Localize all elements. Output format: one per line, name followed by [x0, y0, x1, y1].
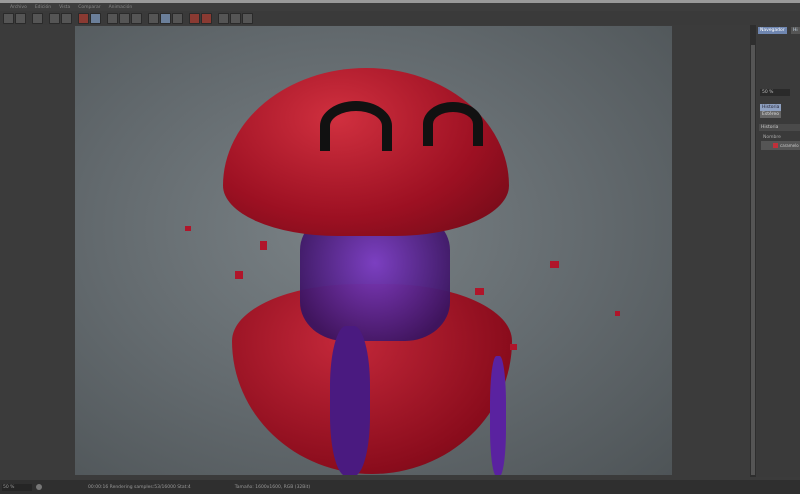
scroll-thumb[interactable]: [751, 45, 755, 475]
zoom-stepper-icon[interactable]: [36, 484, 42, 490]
render-info: 00:00:16 Rendering samples:53/16000 Stat…: [88, 484, 191, 490]
fragment: [185, 226, 191, 231]
goo-drip-right: [490, 356, 506, 475]
render-active-icon[interactable]: [90, 12, 101, 24]
fragment: [510, 344, 517, 350]
ab-compare-icon[interactable]: [107, 12, 118, 24]
image-thumb-icon: [773, 143, 778, 148]
tab-historia-short[interactable]: Hi: [791, 27, 800, 34]
fragment: [260, 241, 267, 250]
menu-vista[interactable]: Vista: [59, 5, 70, 10]
image-size-info: Tamaño: 1600x1600, RGB (32Bit): [234, 484, 311, 490]
fragment: [475, 288, 484, 295]
column-nombre: Nombre: [763, 135, 781, 140]
section-historia: Historia: [759, 124, 800, 131]
layout-c-icon[interactable]: [242, 12, 253, 24]
fragment: [550, 261, 559, 268]
render-region-icon[interactable]: [61, 12, 72, 24]
fragment: [615, 311, 620, 316]
menu-bar: Archivo Edición Vista Comparar Animación: [0, 3, 800, 11]
grid-view-icon[interactable]: [172, 12, 183, 24]
tab-navegador[interactable]: Navegador: [758, 27, 787, 34]
history-item-name: caramelo: [780, 143, 799, 148]
ab-compare-b-icon[interactable]: [119, 12, 130, 24]
layout-a-icon[interactable]: [218, 12, 229, 24]
split-view-icon[interactable]: [148, 12, 159, 24]
zoom-field[interactable]: 50 %: [760, 89, 790, 96]
snapshot-icon[interactable]: [189, 12, 200, 24]
status-bar: 50 % 00:00:16 Rendering samples:53/16000…: [0, 480, 800, 494]
rendered-image: [75, 26, 672, 475]
render-settings-icon[interactable]: [49, 12, 60, 24]
fragment: [235, 271, 243, 279]
candy-top-half: [223, 68, 509, 236]
status-zoom-field[interactable]: 50 %: [2, 483, 32, 491]
image-viewport[interactable]: [0, 25, 750, 477]
open-icon[interactable]: [3, 12, 14, 24]
menu-animacion[interactable]: Animación: [109, 5, 133, 10]
snapshot-b-icon[interactable]: [201, 12, 212, 24]
toolbar: [0, 11, 800, 25]
subtab-estereo[interactable]: Estéreo: [760, 111, 781, 118]
side-panel: Navegador Hi 50 % Historia Estéreo Histo…: [757, 25, 800, 477]
menu-archivo[interactable]: Archivo: [10, 5, 27, 10]
render-icon[interactable]: [78, 12, 89, 24]
fit-view-icon[interactable]: [160, 12, 171, 24]
clapper-icon[interactable]: [32, 12, 43, 24]
menu-comparar[interactable]: Comparar: [78, 5, 100, 10]
menu-edicion[interactable]: Edición: [35, 5, 51, 10]
ab-swap-icon[interactable]: [131, 12, 142, 24]
right-eye: [423, 102, 483, 146]
subtab-historia[interactable]: Historia: [760, 104, 782, 111]
layout-b-icon[interactable]: [230, 12, 241, 24]
vertical-scrollbar[interactable]: [750, 25, 756, 477]
save-icon[interactable]: [15, 12, 26, 24]
goo-drip: [330, 326, 370, 475]
history-item[interactable]: caramelo: [761, 141, 800, 150]
left-eye: [320, 101, 392, 151]
